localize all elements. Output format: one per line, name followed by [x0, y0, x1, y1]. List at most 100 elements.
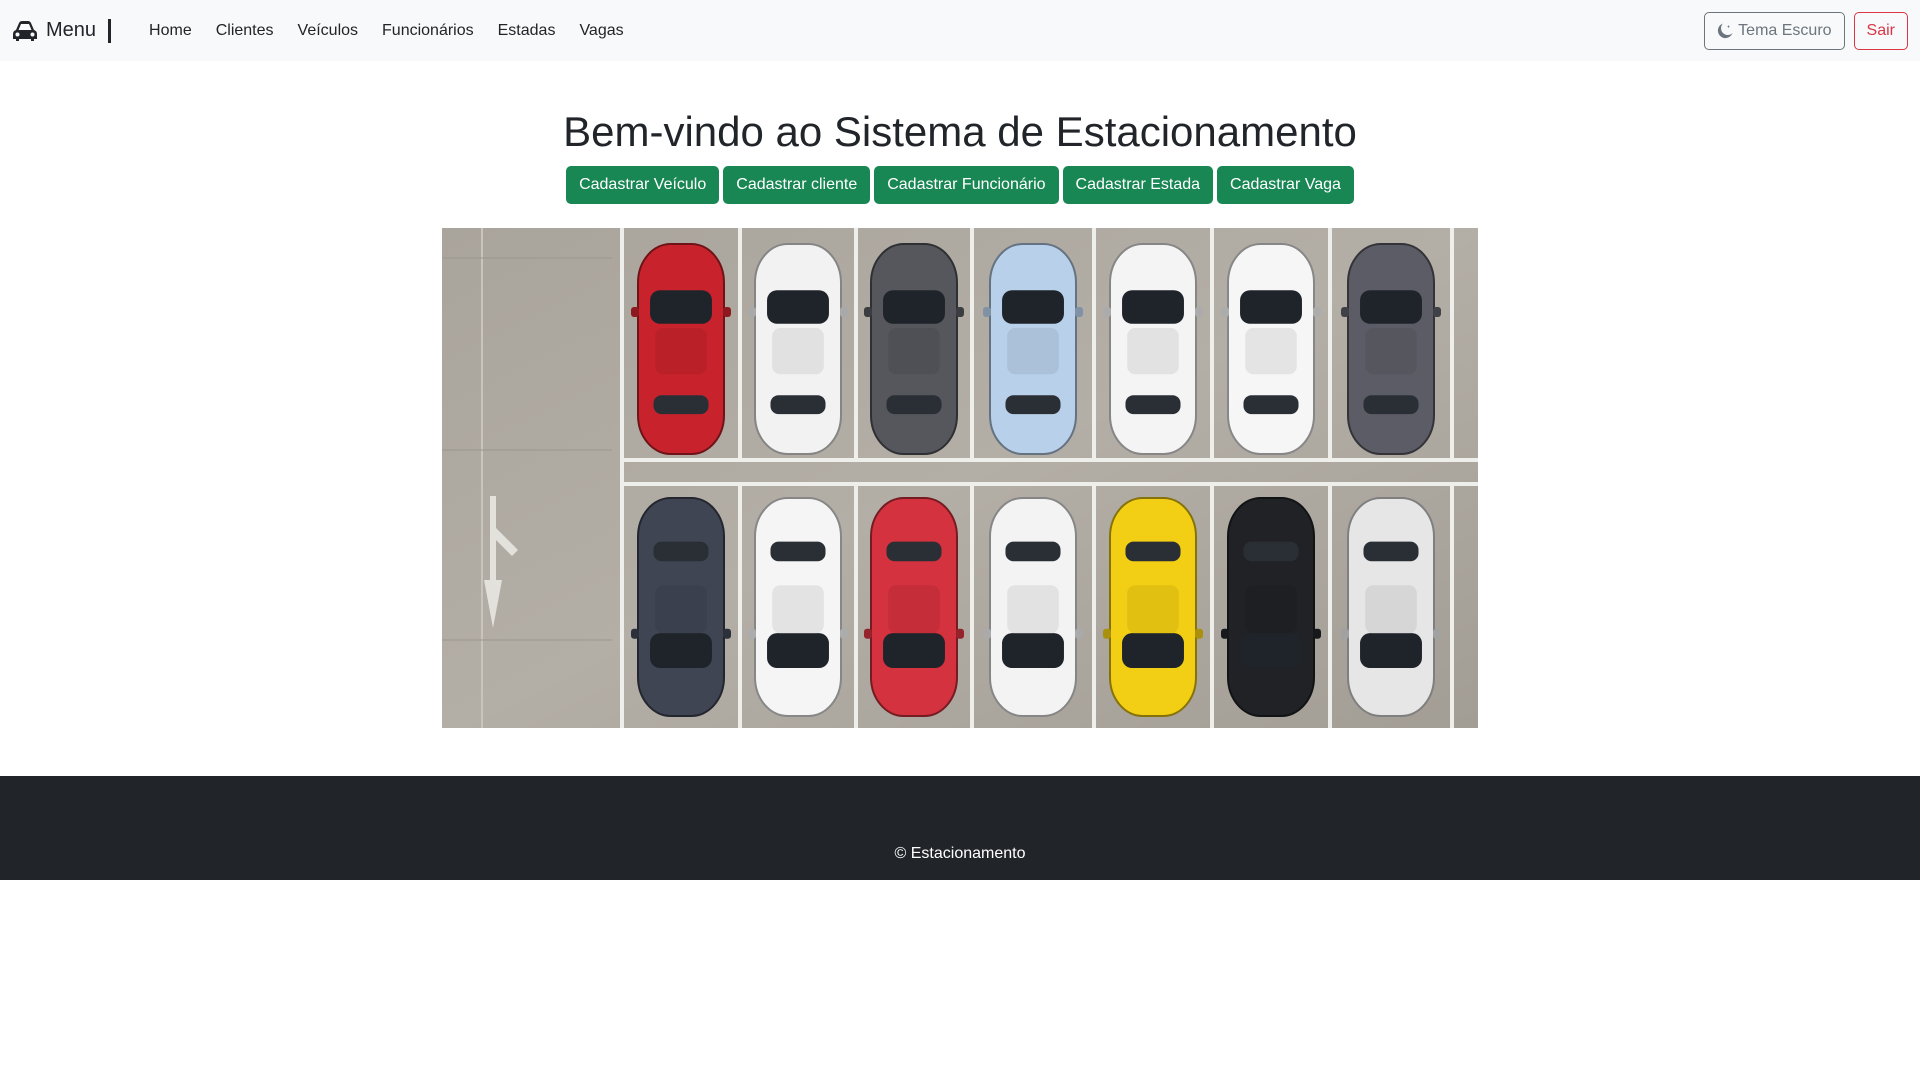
car-roof [1365, 328, 1417, 375]
car-windshield [1122, 290, 1184, 324]
nav-link-home[interactable]: Home [137, 22, 204, 40]
car-rear-window [770, 541, 826, 562]
nav-link-veiculos[interactable]: Veículos [286, 22, 370, 40]
car-mirror [1075, 628, 1083, 639]
nav-link-clientes[interactable]: Clientes [204, 22, 286, 40]
car-windshield [767, 290, 829, 324]
nav-link-vagas[interactable]: Vagas [567, 22, 635, 40]
car [864, 243, 964, 455]
car-mirror [1103, 307, 1111, 317]
car-windshield [1240, 633, 1302, 669]
car-mirror [840, 628, 848, 639]
car-mirror [1103, 628, 1111, 639]
footer-copyright: © Estacionamento [894, 845, 1026, 862]
car-rear-window [1243, 541, 1299, 562]
car-mirror [1221, 628, 1229, 639]
car-rear-window [653, 541, 709, 562]
navbar-actions: Tema Escuro Sair [1704, 11, 1908, 50]
car-mirror [956, 307, 964, 317]
car-roof [655, 585, 707, 634]
nav-links: Home Clientes Veículos Funcionários Esta… [137, 22, 636, 40]
car [1103, 243, 1203, 455]
car-rear-window [886, 541, 942, 562]
car-rear-window [653, 395, 709, 415]
nav-link-estadas[interactable]: Estadas [486, 22, 568, 40]
logout-button[interactable]: Sair [1853, 11, 1908, 50]
car-mirror [1341, 628, 1349, 639]
dark-theme-label: Tema Escuro [1738, 21, 1832, 39]
car-mirror [748, 307, 756, 317]
car-windshield [1122, 633, 1184, 669]
asphalt-ground [442, 228, 1478, 728]
dark-theme-button[interactable]: Tema Escuro [1704, 11, 1845, 50]
car [1221, 497, 1321, 717]
car-mirror [1341, 307, 1349, 317]
car-mirror [631, 307, 639, 317]
car-roof [655, 328, 707, 375]
car [864, 497, 964, 717]
car-windshield [1360, 633, 1422, 669]
car [631, 243, 731, 455]
car-roof [1007, 328, 1059, 375]
car-mirror [723, 628, 731, 639]
page-title: Bem-vindo ao Sistema de Estacionamento [563, 108, 1357, 155]
car-mirror [631, 628, 639, 639]
car [1221, 243, 1321, 455]
car-mirror [1221, 307, 1229, 317]
car-windshield [1002, 290, 1064, 324]
car-windshield [767, 633, 829, 669]
action-buttons: Cadastrar Veículo Cadastrar cliente Cada… [0, 166, 1920, 204]
car-windshield [1002, 633, 1064, 669]
car-windshield [650, 290, 712, 324]
car-mirror [1195, 628, 1203, 639]
car-roof [1245, 585, 1297, 634]
car-rear-window [1125, 395, 1181, 415]
cadastrar-vaga-button[interactable]: Cadastrar Vaga [1217, 166, 1354, 204]
car-rear-window [770, 395, 826, 415]
car-icon [13, 20, 37, 41]
car-mirror [723, 307, 731, 317]
car-windshield [1360, 290, 1422, 324]
car-roof [888, 585, 940, 634]
cadastrar-veiculo-button[interactable]: Cadastrar Veículo [566, 166, 720, 204]
car-rear-window [1243, 395, 1299, 415]
car-roof [772, 328, 824, 375]
car [1341, 243, 1441, 455]
car-mirror [1433, 628, 1441, 639]
car-roof [1127, 585, 1179, 634]
navbar-brand[interactable]: Menu [12, 0, 125, 61]
parking-lot-image [442, 228, 1478, 728]
nav-link-funcionarios[interactable]: Funcionários [370, 22, 486, 40]
car-mirror [1075, 307, 1083, 317]
car-windshield [883, 290, 945, 324]
car-rear-window [886, 395, 942, 415]
cadastrar-funcionario-button[interactable]: Cadastrar Funcionário [874, 166, 1059, 204]
car-rear-window [1005, 395, 1061, 415]
car-rear-window [1363, 541, 1419, 562]
car [983, 243, 1083, 455]
car-mirror [1313, 628, 1321, 639]
brand-label: Menu [46, 19, 97, 41]
brand-divider [108, 18, 112, 43]
car-mirror [864, 628, 872, 639]
car-rear-window [1005, 541, 1061, 562]
car-windshield [650, 633, 712, 669]
moon-icon [1718, 23, 1733, 38]
car-mirror [864, 307, 872, 317]
car-mirror [1313, 307, 1321, 317]
car-rear-window [1363, 395, 1419, 415]
car [631, 497, 731, 717]
car-roof [1245, 328, 1297, 375]
car-mirror [983, 628, 991, 639]
car-roof [772, 585, 824, 634]
page-footer: © Estacionamento [0, 776, 1920, 880]
cadastrar-estada-button[interactable]: Cadastrar Estada [1062, 166, 1214, 204]
car-windshield [1240, 290, 1302, 324]
car-mirror [983, 307, 991, 317]
car-mirror [956, 628, 964, 639]
car-roof [1365, 585, 1417, 634]
car-roof [1127, 328, 1179, 375]
cadastrar-cliente-button[interactable]: Cadastrar cliente [723, 166, 871, 204]
car [1103, 497, 1203, 717]
car-roof [1007, 585, 1059, 634]
